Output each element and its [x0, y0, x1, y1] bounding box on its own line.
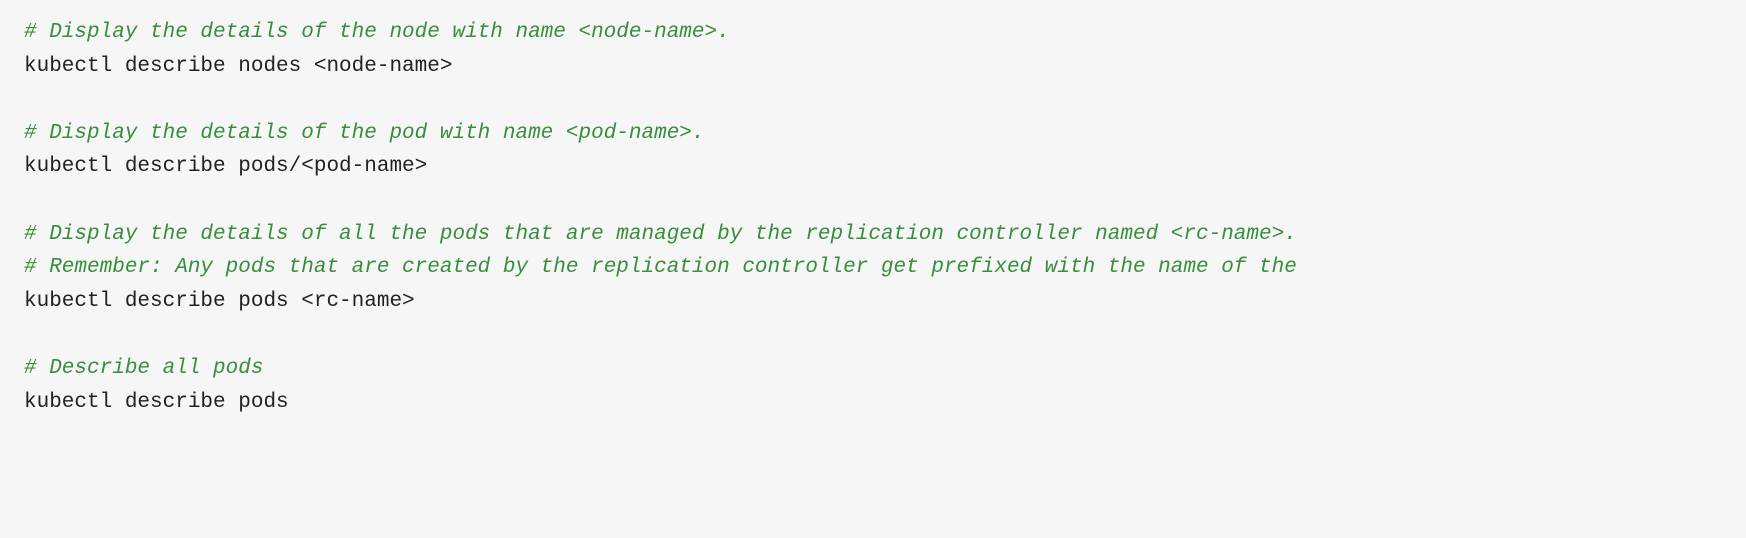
code-line: kubectl describe pods/<pod-name>: [24, 150, 1722, 184]
blank-line: [24, 184, 1722, 218]
code-line: kubectl describe nodes <node-name>: [24, 50, 1722, 84]
comment-line: # Remember: Any pods that are created by…: [24, 251, 1722, 285]
comment-line: # Describe all pods: [24, 352, 1722, 386]
code-block: # Display the details of the node with n…: [24, 16, 1722, 419]
blank-line: [24, 318, 1722, 352]
comment-line: # Display the details of the node with n…: [24, 16, 1722, 50]
blank-line: [24, 83, 1722, 117]
code-line: kubectl describe pods <rc-name>: [24, 285, 1722, 319]
code-line: kubectl describe pods: [24, 386, 1722, 420]
comment-line: # Display the details of all the pods th…: [24, 218, 1722, 252]
comment-line: # Display the details of the pod with na…: [24, 117, 1722, 151]
